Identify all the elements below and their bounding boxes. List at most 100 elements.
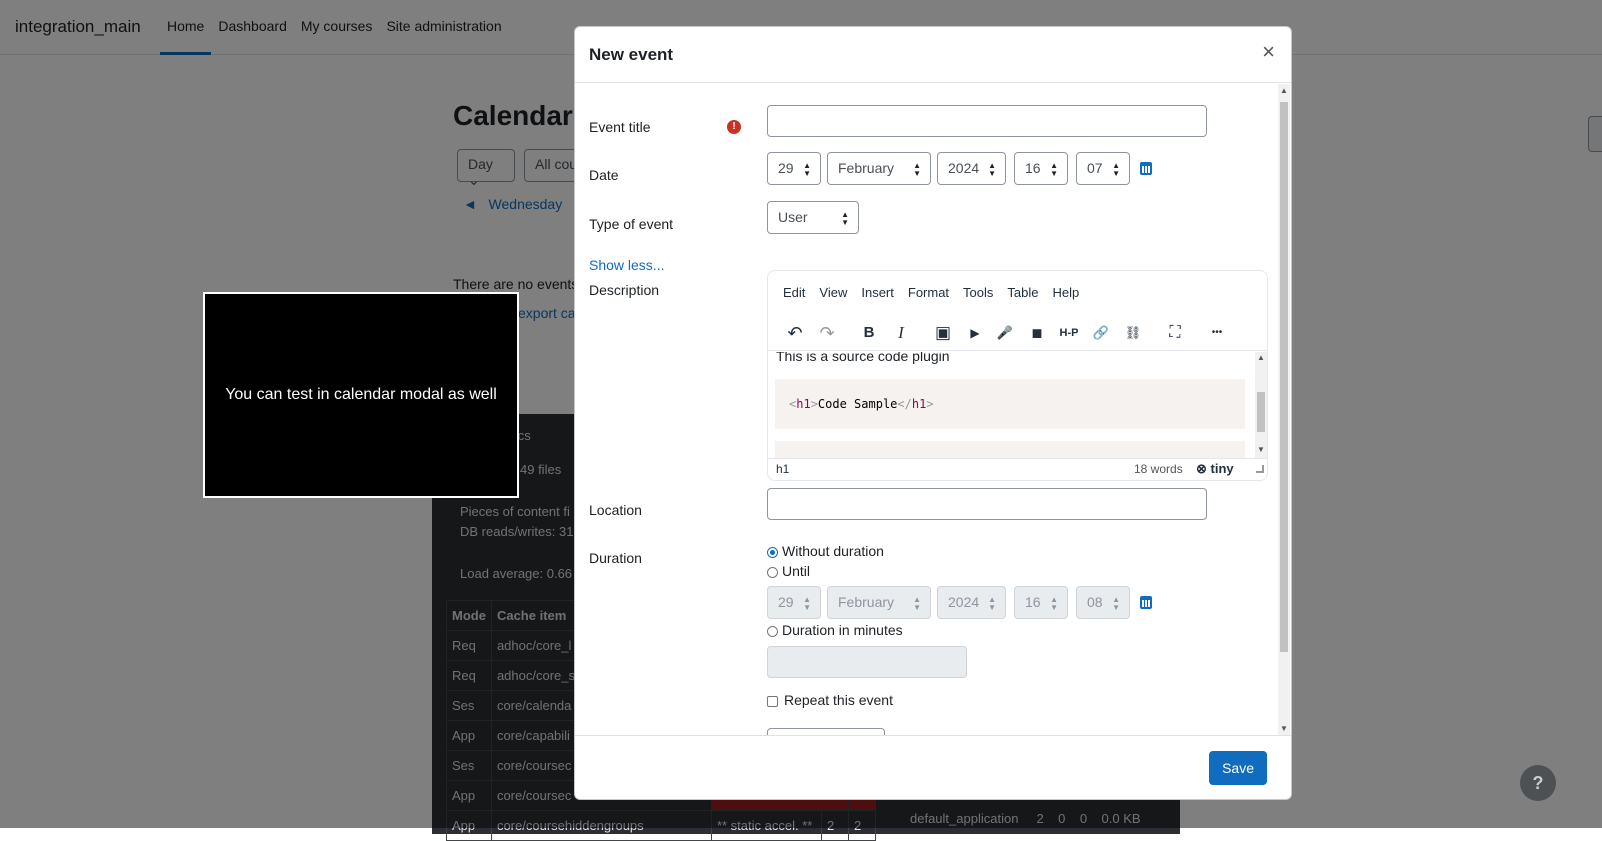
until-month-select[interactable]: February ▲ ▼ bbox=[827, 586, 931, 619]
editor-scroll-thumb[interactable] bbox=[1257, 392, 1265, 432]
record-audio-icon[interactable]: 🎤 bbox=[994, 321, 1016, 345]
video-tooltip-text: You can test in calendar modal as well bbox=[225, 386, 497, 403]
duration-minutes-label: Duration in minutes bbox=[782, 622, 903, 638]
duration-minutes-input[interactable] bbox=[767, 646, 967, 678]
resize-handle-icon[interactable] bbox=[1256, 465, 1264, 473]
caret-icon: ▲ ▼ bbox=[1112, 595, 1120, 612]
date-label: Date bbox=[589, 167, 619, 183]
date-day-select[interactable]: 29 ▲ ▼ bbox=[767, 152, 821, 185]
editor-paragraph: This is a source code plugin bbox=[776, 352, 950, 364]
modal-scroll-thumb[interactable] bbox=[1280, 102, 1288, 652]
modal-header: New event × bbox=[575, 27, 1291, 83]
caret-icon: ▲ ▼ bbox=[841, 210, 849, 227]
code-punct: > bbox=[810, 397, 818, 411]
help-button[interactable]: ? bbox=[1520, 765, 1556, 801]
editor-toolbar: ↶ ↷ B I ▣ ▶ 🎤 ■ H-P 🔗 ⛓ ⛶ ••• bbox=[768, 317, 1267, 351]
code-punct: > bbox=[926, 397, 934, 411]
date-year-select[interactable]: 2024 ▲ ▼ bbox=[937, 152, 1006, 185]
code-text: Code Sample bbox=[817, 397, 898, 411]
modal-scrollbar[interactable]: ▲ ▼ bbox=[1278, 84, 1290, 735]
image-icon[interactable]: ▣ bbox=[932, 321, 954, 345]
bold-icon[interactable]: B bbox=[858, 321, 880, 345]
event-title-input[interactable] bbox=[767, 105, 1207, 137]
caret-icon: ▲ ▼ bbox=[803, 595, 811, 612]
until-year-select[interactable]: 2024 ▲ ▼ bbox=[937, 586, 1006, 619]
editor-menubar: Edit View Insert Format Tools Table Help bbox=[776, 285, 1086, 300]
italic-icon[interactable]: I bbox=[890, 321, 912, 345]
record-video-icon[interactable]: ■ bbox=[1026, 321, 1048, 345]
undo-icon[interactable]: ↶ bbox=[784, 321, 806, 345]
until-radio[interactable] bbox=[767, 567, 778, 578]
editor-statusbar: h1 18 words ⊗ tiny bbox=[768, 458, 1267, 480]
type-of-event-select[interactable]: User ▲ ▼ bbox=[767, 201, 859, 234]
tiny-logo-text: tiny bbox=[1210, 461, 1234, 476]
date-day-value: 29 bbox=[778, 160, 794, 176]
cut-off-select[interactable] bbox=[767, 728, 885, 735]
menu-insert[interactable]: Insert bbox=[854, 285, 901, 300]
caret-icon: ▲ ▼ bbox=[1050, 595, 1058, 612]
more-icon[interactable]: ••• bbox=[1204, 321, 1230, 345]
scroll-down-icon[interactable]: ▼ bbox=[1280, 724, 1288, 733]
unlink-icon[interactable]: ⛓ bbox=[1122, 321, 1144, 345]
code-tag: h1 bbox=[796, 397, 811, 411]
repeat-event-label: Repeat this event bbox=[784, 692, 893, 708]
calendar-icon[interactable] bbox=[1140, 162, 1152, 175]
media-icon[interactable]: ▶ bbox=[964, 321, 986, 345]
link-icon[interactable]: 🔗 bbox=[1090, 321, 1112, 345]
close-icon[interactable]: × bbox=[1262, 41, 1275, 63]
caret-icon: ▲ ▼ bbox=[1112, 161, 1120, 178]
until-day-select[interactable]: 29 ▲ ▼ bbox=[767, 586, 821, 619]
redo-icon[interactable]: ↷ bbox=[816, 321, 838, 345]
caret-icon: ▲ ▼ bbox=[988, 161, 996, 178]
until-minute-select[interactable]: 08 ▲ ▼ bbox=[1076, 586, 1130, 619]
without-duration-label: Without duration bbox=[782, 543, 884, 559]
caret-icon: ▲ ▼ bbox=[803, 161, 811, 178]
location-input[interactable] bbox=[767, 488, 1207, 520]
until-minute-value: 08 bbox=[1087, 594, 1103, 610]
location-label: Location bbox=[589, 502, 642, 518]
editor-scrollbar[interactable]: ▲ ▼ bbox=[1255, 352, 1267, 458]
scroll-down-icon[interactable]: ▼ bbox=[1257, 445, 1265, 454]
caret-icon: ▲ ▼ bbox=[913, 161, 921, 178]
caret-icon: ▲ ▼ bbox=[913, 595, 921, 612]
h5p-icon[interactable]: H-P bbox=[1056, 321, 1082, 345]
date-minute-select[interactable]: 07 ▲ ▼ bbox=[1076, 152, 1130, 185]
scroll-up-icon[interactable]: ▲ bbox=[1280, 86, 1288, 95]
word-count[interactable]: 18 words bbox=[1134, 462, 1183, 476]
show-less-link[interactable]: Show less... bbox=[589, 257, 664, 273]
menu-table[interactable]: Table bbox=[1000, 285, 1045, 300]
date-year-value: 2024 bbox=[948, 160, 980, 176]
menu-edit[interactable]: Edit bbox=[776, 285, 812, 300]
repeat-event-checkbox[interactable] bbox=[767, 696, 778, 707]
modal-body: Event title ! Date 29 ▲ ▼ February ▲ ▼ 2024 ▲… bbox=[575, 84, 1291, 735]
menu-format[interactable]: Format bbox=[901, 285, 956, 300]
date-hour-select[interactable]: 16 ▲ ▼ bbox=[1014, 152, 1068, 185]
fullscreen-icon[interactable]: ⛶ bbox=[1164, 321, 1186, 345]
menu-tools[interactable]: Tools bbox=[956, 285, 1000, 300]
modal-title: New event bbox=[589, 45, 674, 64]
video-tooltip: You can test in calendar modal as well bbox=[203, 292, 519, 498]
code-sample-block: <h1>Code Sample</h1> bbox=[775, 379, 1245, 429]
without-duration-radio[interactable] bbox=[767, 547, 778, 558]
scroll-up-icon[interactable]: ▲ bbox=[1257, 353, 1265, 362]
until-hour-value: 16 bbox=[1025, 594, 1041, 610]
calendar-icon[interactable] bbox=[1140, 596, 1152, 609]
code-sample-block bbox=[775, 441, 1245, 458]
type-of-event-value: User bbox=[778, 209, 808, 225]
until-hour-select[interactable]: 16 ▲ ▼ bbox=[1014, 586, 1068, 619]
menu-help[interactable]: Help bbox=[1045, 285, 1086, 300]
date-minute-value: 07 bbox=[1087, 160, 1103, 176]
element-path[interactable]: h1 bbox=[776, 462, 789, 476]
event-title-label: Event title bbox=[589, 119, 651, 135]
editor-content-area[interactable]: This is a source code plugin <h1>Code Sa… bbox=[768, 352, 1254, 458]
menu-view[interactable]: View bbox=[812, 285, 854, 300]
until-month-value: February bbox=[838, 594, 895, 610]
tiny-logo[interactable]: ⊗ tiny bbox=[1196, 461, 1234, 477]
date-month-select[interactable]: February ▲ ▼ bbox=[827, 152, 931, 185]
code-tag: h1 bbox=[911, 397, 927, 411]
modal-footer: Save bbox=[575, 735, 1291, 799]
save-button[interactable]: Save bbox=[1209, 751, 1267, 785]
duration-minutes-radio[interactable] bbox=[767, 626, 778, 637]
type-of-event-label: Type of event bbox=[589, 216, 674, 232]
caret-icon: ▲ ▼ bbox=[988, 595, 996, 612]
